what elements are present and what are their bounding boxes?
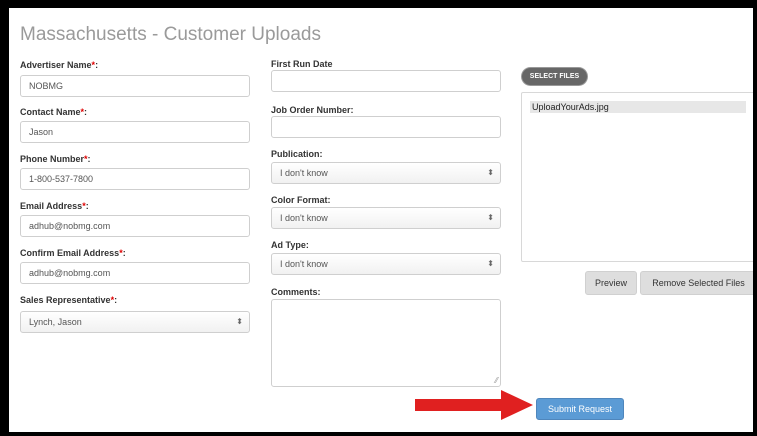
select-files-button[interactable]: SELECT FILES: [522, 68, 587, 85]
color-format-value: I don't know: [280, 213, 328, 223]
comments-textarea[interactable]: ⁄⁄: [271, 299, 501, 387]
screenshot-frame: Massachusetts - Customer Uploads Adverti…: [0, 0, 757, 436]
select-arrows-icon: ⬍: [487, 213, 494, 222]
ad-type-value: I don't know: [280, 259, 328, 269]
remove-selected-files-button[interactable]: Remove Selected Files: [640, 271, 753, 295]
advertiser-name-input[interactable]: NOBMG: [20, 75, 250, 97]
confirm-email-input[interactable]: adhub@nobmg.com: [20, 262, 250, 284]
email-address-label: Email Address*:: [20, 201, 89, 211]
select-arrows-icon: ⬍: [487, 259, 494, 268]
publication-value: I don't know: [280, 168, 328, 178]
phone-number-input[interactable]: 1-800-537-7800: [20, 168, 250, 190]
file-list-item[interactable]: UploadYourAds.jpg: [530, 101, 746, 113]
ad-type-label: Ad Type:: [271, 240, 309, 250]
sales-rep-value: Lynch, Jason: [29, 317, 82, 327]
file-list: UploadYourAds.jpg: [521, 92, 753, 262]
select-arrows-icon: ⬍: [487, 168, 494, 177]
preview-button[interactable]: Preview: [585, 271, 637, 295]
required-marker: *: [82, 201, 86, 211]
color-format-label: Color Format:: [271, 195, 331, 205]
required-marker: *: [80, 107, 85, 117]
select-arrows-icon: ⬍: [236, 317, 243, 326]
contact-name-input[interactable]: Jason: [20, 121, 250, 143]
comments-label: Comments:: [271, 287, 321, 297]
contact-name-label: Contact Name*:: [20, 107, 88, 117]
publication-select[interactable]: I don't know ⬍: [271, 162, 501, 184]
sales-rep-label: Sales Representative*:: [20, 295, 118, 305]
sales-rep-select[interactable]: Lynch, Jason ⬍: [20, 311, 250, 333]
required-marker: *: [119, 248, 123, 258]
first-run-date-input[interactable]: [271, 70, 501, 92]
email-address-input[interactable]: adhub@nobmg.com: [20, 215, 250, 237]
resize-grip-icon[interactable]: ⁄⁄: [495, 376, 498, 385]
job-order-number-label: Job Order Number:: [271, 105, 354, 115]
color-format-select[interactable]: I don't know ⬍: [271, 207, 501, 229]
required-marker: *: [91, 60, 96, 70]
required-marker: *: [84, 154, 88, 164]
job-order-number-input[interactable]: [271, 116, 501, 138]
submit-request-button[interactable]: Submit Request: [536, 398, 624, 420]
required-marker: *: [110, 295, 115, 305]
first-run-date-label: First Run Date: [271, 59, 333, 69]
phone-number-label: Phone Number*:: [20, 154, 91, 164]
red-arrow-icon: [415, 390, 533, 420]
upload-form-panel: Massachusetts - Customer Uploads Adverti…: [9, 8, 753, 432]
ad-type-select[interactable]: I don't know ⬍: [271, 253, 501, 275]
page-title: Massachusetts - Customer Uploads: [20, 24, 321, 45]
confirm-email-label: Confirm Email Address*:: [20, 248, 126, 258]
advertiser-name-label: Advertiser Name*:: [20, 60, 99, 70]
publication-label: Publication:: [271, 149, 323, 159]
